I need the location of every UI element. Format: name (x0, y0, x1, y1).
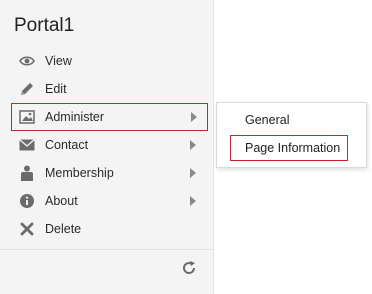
portal-menu-panel: Portal1 View Edit Administer Contact Mem… (0, 0, 214, 294)
menu-item-membership[interactable]: Membership (0, 159, 214, 187)
menu-item-label: View (45, 54, 72, 68)
menu-item-label: Edit (45, 82, 67, 96)
menu-item-about[interactable]: About (0, 187, 214, 215)
menu-item-label: Contact (45, 138, 89, 152)
menu-item-label: Administer (45, 110, 105, 124)
info-icon (18, 192, 36, 210)
menu-item-view[interactable]: View (0, 47, 214, 75)
pencil-icon (18, 80, 36, 98)
chevron-right-icon (190, 196, 196, 206)
divider (0, 249, 214, 250)
menu-item-label: About (45, 194, 78, 208)
menu-item-edit[interactable]: Edit (0, 75, 214, 103)
menu-item-contact[interactable]: Contact (0, 131, 214, 159)
menu-item-label: Membership (45, 166, 114, 180)
x-icon (18, 220, 36, 238)
chevron-right-icon (190, 168, 196, 178)
chevron-right-icon (190, 140, 196, 150)
portal-menu: View Edit Administer Contact Membership … (0, 47, 214, 243)
submenu-item-label: Page Information (245, 141, 341, 155)
menu-item-label: Delete (45, 222, 82, 236)
menu-item-delete[interactable]: Delete (0, 215, 214, 243)
submenu-item-general[interactable]: General (245, 113, 289, 127)
person-icon (18, 164, 36, 182)
chevron-right-icon (191, 112, 197, 122)
administer-submenu: General Page Information (216, 102, 367, 168)
portal-title: Portal1 (14, 15, 75, 36)
submenu-item-page-information[interactable]: Page Information (230, 135, 348, 161)
image-icon (18, 108, 36, 126)
menu-item-administer[interactable]: Administer (11, 103, 208, 131)
eye-icon (18, 52, 36, 70)
refresh-icon[interactable] (181, 260, 197, 276)
envelope-icon (18, 136, 36, 154)
